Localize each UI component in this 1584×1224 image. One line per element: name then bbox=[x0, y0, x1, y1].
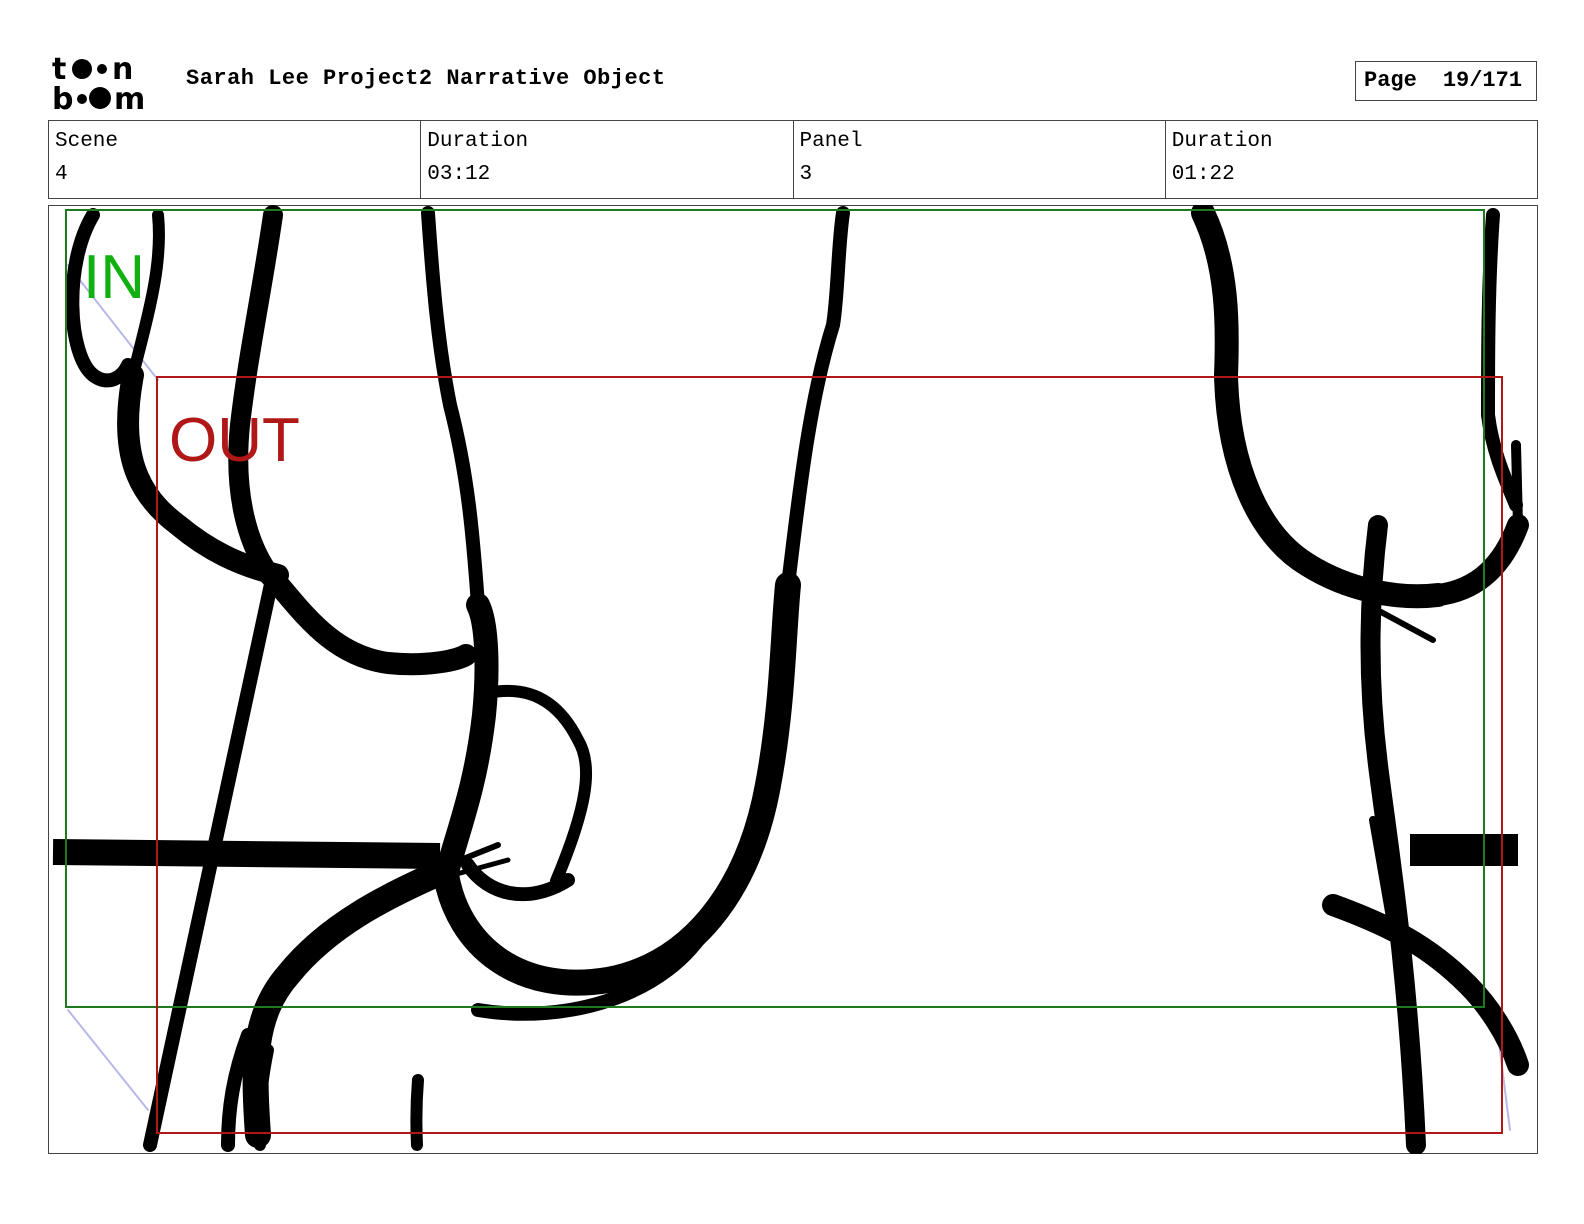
toon-boom-logo: t n b m bbox=[52, 52, 145, 112]
scene-duration-value: 03:12 bbox=[427, 163, 491, 186]
panel-drawing: IN OUT bbox=[52, 205, 1529, 1154]
project-title: Sarah Lee Project2 Narrative Object bbox=[186, 66, 666, 91]
in-label: IN bbox=[83, 243, 145, 312]
scene-info-table: Scene 4 Duration 03:12 Panel 3 Duration … bbox=[47, 120, 1539, 199]
panel-duration-value: 01:22 bbox=[1171, 163, 1235, 186]
panel-cell: Panel 3 bbox=[792, 120, 1166, 199]
svg-text:m: m bbox=[114, 82, 145, 112]
panel-value: 3 bbox=[799, 163, 813, 186]
scene-label: Scene bbox=[55, 130, 119, 153]
scene-duration-label: Duration bbox=[427, 130, 529, 153]
panel-label: Panel bbox=[799, 130, 863, 153]
scene-value: 4 bbox=[55, 163, 68, 186]
svg-text:b: b bbox=[52, 82, 73, 112]
page-number: 19/171 bbox=[1442, 68, 1523, 93]
page-indicator: Page 19/171 bbox=[1355, 61, 1537, 101]
scene-duration-cell: Duration 03:12 bbox=[420, 120, 794, 199]
panel-duration-cell: Duration 01:22 bbox=[1164, 120, 1539, 199]
out-frame bbox=[156, 376, 1503, 1134]
panel-duration-label: Duration bbox=[1171, 130, 1273, 153]
scene-cell: Scene 4 bbox=[47, 120, 422, 199]
page-label: Page bbox=[1364, 68, 1417, 93]
out-label: OUT bbox=[169, 406, 300, 475]
